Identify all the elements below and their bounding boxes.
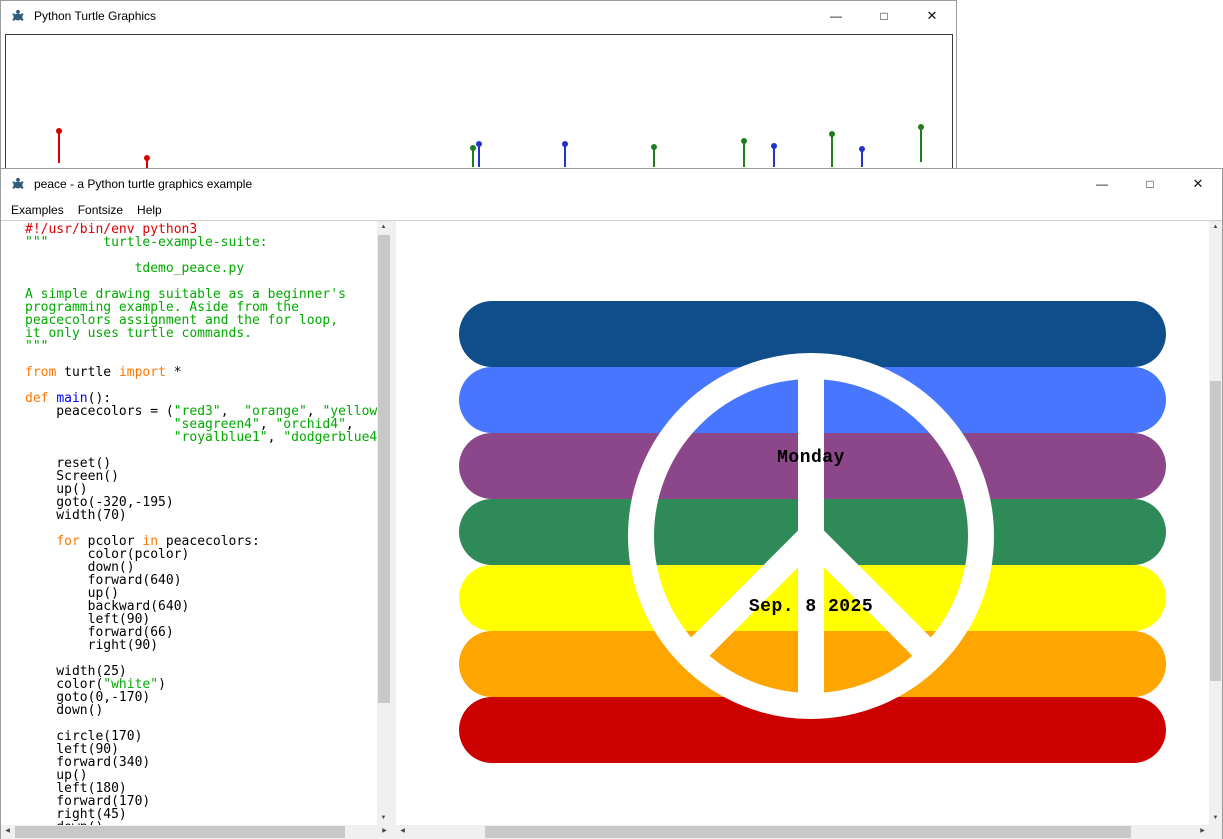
minimize-button[interactable]: — — [826, 1, 846, 31]
canvas-vertical-scrollbar[interactable]: ▲ ▼ — [1209, 221, 1222, 825]
menu-examples[interactable]: Examples — [4, 201, 71, 219]
turtle-drawing — [472, 147, 474, 167]
close-button[interactable]: ✕ — [1188, 169, 1208, 199]
turtle-drawing — [861, 148, 863, 167]
scroll-down-icon[interactable]: ▼ — [377, 812, 390, 825]
monday-text: Monday — [777, 448, 845, 468]
scrollbar-thumb[interactable] — [1210, 381, 1221, 681]
code-line: from turtle import * — [25, 366, 377, 379]
menu-fontsize[interactable]: Fontsize — [71, 201, 130, 219]
code-editor[interactable]: #!/usr/bin/env python3""" turtle-example… — [19, 221, 377, 825]
code-line: it only uses turtle commands. — [25, 327, 377, 340]
window-content: #!/usr/bin/env python3""" turtle-example… — [1, 220, 1222, 838]
turtle-graphics-window: Python Turtle Graphics — □ ✕ — [0, 0, 957, 170]
scrollbar-thumb[interactable] — [15, 826, 345, 838]
menu-bar: Examples Fontsize Help — [1, 199, 1222, 220]
turtle-drawing — [478, 143, 480, 167]
code-vertical-scrollbar[interactable]: ▲ ▼ — [377, 221, 391, 825]
window-controls: — □ ✕ — [1092, 169, 1222, 199]
date-text: Sep. 8 2025 — [749, 597, 873, 617]
turtle-drawing — [653, 146, 655, 167]
turtle-drawing — [58, 130, 60, 163]
code-line: down() — [25, 704, 377, 717]
scrollbar-thumb[interactable] — [485, 826, 1131, 838]
maximize-button[interactable]: □ — [1140, 169, 1160, 199]
minimize-button[interactable]: — — [1092, 169, 1112, 199]
code-line: """ — [25, 340, 377, 353]
turtle-drawing — [146, 157, 148, 168]
turtle-drawing — [831, 133, 833, 167]
scroll-up-icon[interactable]: ▲ — [1209, 221, 1222, 234]
turtle-canvas[interactable]: Monday Sep. 8 2025 — [396, 221, 1209, 825]
turtle-icon — [10, 176, 26, 192]
code-line: right(90) — [25, 639, 377, 652]
turtle-graphics-titlebar[interactable]: Python Turtle Graphics — □ ✕ — [1, 1, 956, 31]
window-title: Python Turtle Graphics — [34, 9, 156, 23]
peace-titlebar[interactable]: peace - a Python turtle graphics example… — [1, 169, 1222, 199]
peace-symbol — [396, 221, 1209, 825]
scrollbar-corner — [1209, 825, 1222, 839]
scroll-down-icon[interactable]: ▼ — [1209, 812, 1222, 825]
turtle-graphics-canvas[interactable] — [5, 34, 953, 170]
close-button[interactable]: ✕ — [922, 1, 942, 31]
code-line: "royalblue1", "dodgerblue4") — [25, 431, 377, 444]
code-line: """ turtle-example-suite: — [25, 236, 377, 249]
turtle-drawing — [773, 145, 775, 167]
code-horizontal-scrollbar[interactable]: ◀ ▶ — [1, 825, 391, 839]
scroll-left-icon[interactable]: ◀ — [396, 825, 409, 838]
turtle-drawing — [920, 126, 922, 162]
scroll-right-icon[interactable]: ▶ — [1196, 825, 1209, 838]
menu-help[interactable]: Help — [130, 201, 169, 219]
peace-window: peace - a Python turtle graphics example… — [0, 168, 1223, 839]
scrollbar-thumb[interactable] — [378, 235, 390, 703]
canvas-horizontal-scrollbar[interactable]: ◀ ▶ — [396, 825, 1209, 839]
scroll-right-icon[interactable]: ▶ — [378, 825, 391, 838]
window-controls: — □ ✕ — [826, 1, 956, 31]
code-line: tdemo_peace.py — [25, 262, 377, 275]
code-line: width(70) — [25, 509, 377, 522]
scroll-left-icon[interactable]: ◀ — [1, 825, 14, 838]
maximize-button[interactable]: □ — [874, 1, 894, 31]
scroll-up-icon[interactable]: ▲ — [377, 221, 390, 234]
turtle-drawing — [564, 143, 566, 167]
desktop: Python Turtle Graphics — □ ✕ peac — [0, 0, 1223, 839]
turtle-drawing — [743, 140, 745, 167]
turtle-icon — [10, 8, 26, 24]
window-title: peace - a Python turtle graphics example — [34, 177, 252, 191]
